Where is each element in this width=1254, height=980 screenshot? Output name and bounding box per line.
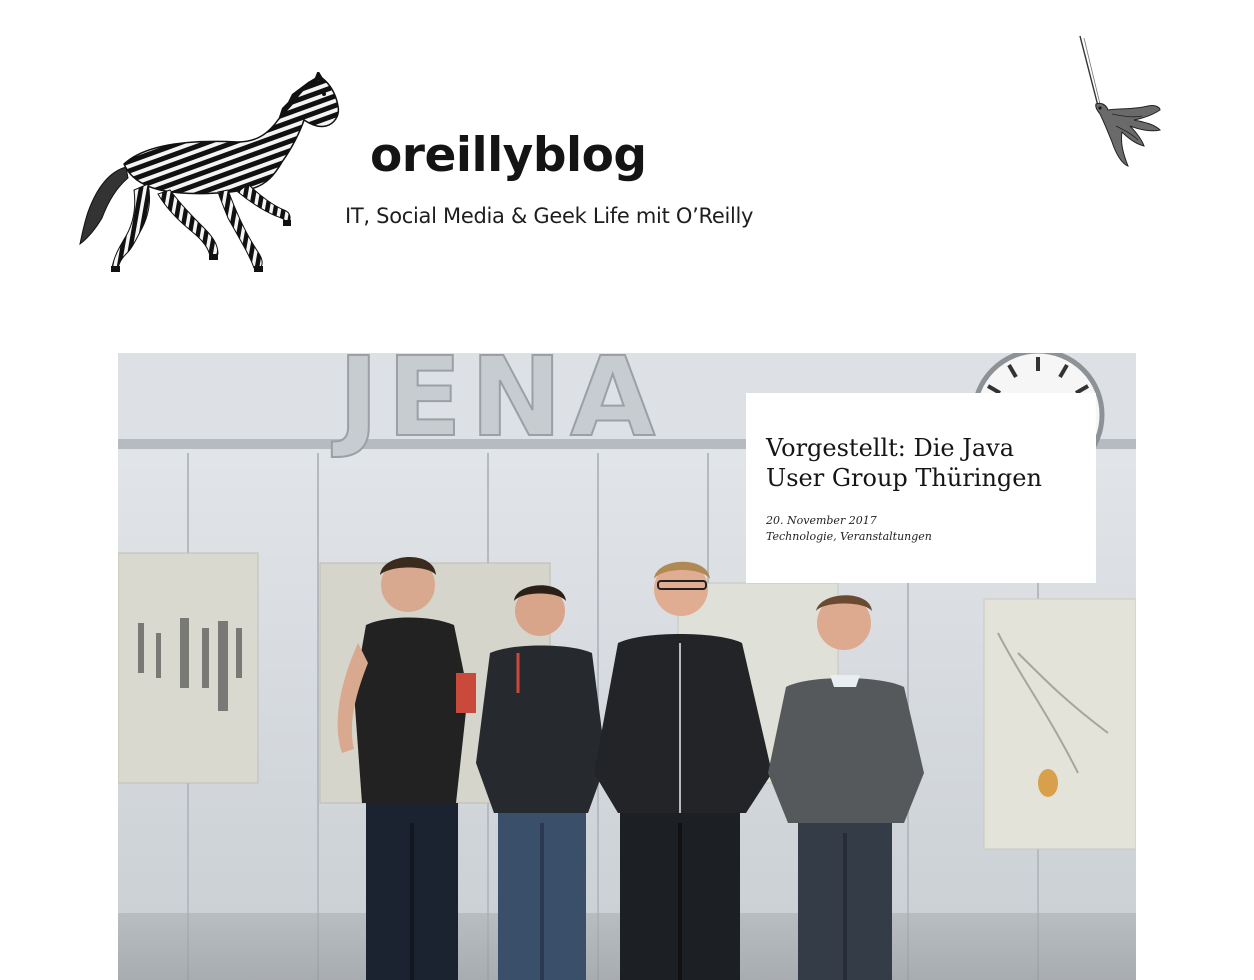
post-meta: 20. November 2017 Technologie, Veranstal…: [766, 513, 1076, 545]
hummingbird-icon: [1079, 35, 1161, 167]
category-link-technologie[interactable]: Technologie: [766, 530, 833, 543]
post-card: Vorgestellt: Die Java User Group Thüring…: [746, 393, 1096, 583]
jena-sign: JENA: [331, 353, 663, 461]
site-header: oreillyblog IT, Social Media & Geek Life…: [0, 0, 1254, 330]
post-title[interactable]: Vorgestellt: Die Java User Group Thüring…: [766, 433, 1076, 493]
category-link-veranstaltungen[interactable]: Veranstaltungen: [840, 530, 932, 543]
site-title[interactable]: oreillyblog: [370, 132, 647, 179]
zebra-icon[interactable]: [78, 72, 340, 282]
post-categories: Technologie, Veranstaltungen: [766, 529, 1076, 545]
post-date[interactable]: 20. November 2017: [766, 513, 1076, 529]
site-tagline: IT, Social Media & Geek Life mit O’Reill…: [345, 204, 754, 228]
featured-post[interactable]: JENA Vorgestellt: Die Java User Group Th…: [118, 353, 1136, 980]
